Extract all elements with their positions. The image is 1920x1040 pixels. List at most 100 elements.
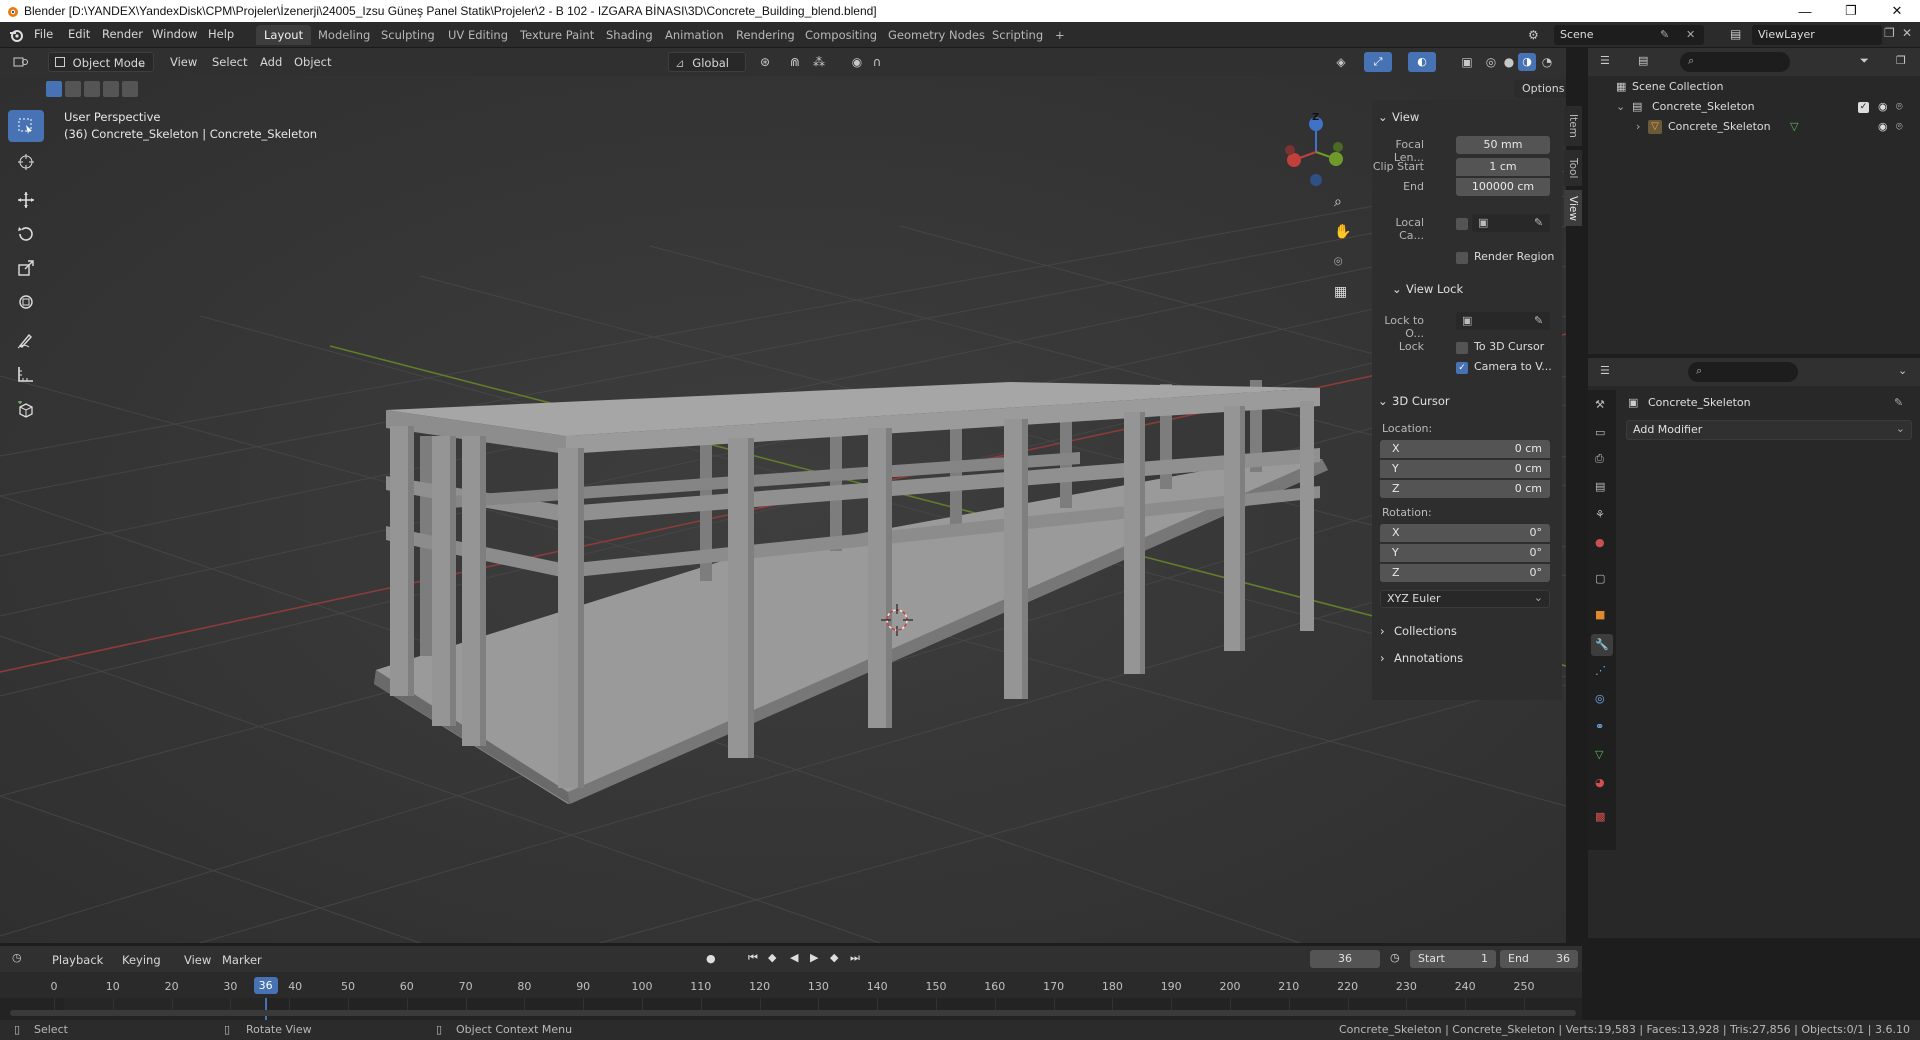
snap-icon[interactable]: ⋒ (786, 53, 804, 71)
add-cube-tool[interactable] (8, 394, 44, 426)
output-props-icon[interactable]: ⎙ (1595, 452, 1604, 466)
focal-length-field[interactable]: 50 mm (1456, 136, 1550, 154)
measure-tool[interactable] (8, 358, 44, 390)
next-keyframe-icon[interactable]: ◆ (830, 951, 838, 964)
tab-geometry-nodes[interactable]: Geometry Nodes (880, 25, 993, 45)
snap-target-icon[interactable]: ⁂ (810, 53, 828, 71)
rotation-x-field[interactable]: X 0° (1380, 524, 1550, 542)
view-layer-selector[interactable]: ViewLayer (1752, 25, 1882, 45)
rotation-z-field[interactable]: Z 0° (1380, 564, 1550, 582)
cursor-section-chevron-icon[interactable]: ⌄ (1378, 394, 1388, 408)
menu-keying[interactable]: Keying (116, 950, 167, 970)
scene-props-icon[interactable]: ⚘ (1595, 508, 1605, 521)
clip-start-field[interactable]: 1 cm (1456, 158, 1550, 176)
outliner-row-scene-collection[interactable]: ▦ Scene Collection (1588, 78, 1920, 96)
menu-playback[interactable]: Playback (46, 950, 109, 970)
collection-visibility-eye-icon[interactable]: ◉ (1878, 100, 1888, 113)
local-camera-checkbox[interactable] (1456, 218, 1468, 230)
end-frame-field[interactable]: End 36 (1500, 950, 1578, 968)
pin-properties-icon[interactable]: ✎ (1894, 396, 1903, 409)
select-new-icon[interactable] (46, 81, 62, 97)
tab-shading[interactable]: Shading (598, 25, 661, 45)
expand-chevron-icon[interactable]: › (1636, 120, 1640, 133)
camera-to-view-checkbox[interactable]: ✓ (1456, 362, 1468, 374)
scale-tool[interactable] (8, 252, 44, 284)
particles-props-icon[interactable]: ⋰ (1595, 664, 1606, 677)
object-props-icon[interactable]: ■ (1595, 608, 1605, 621)
lock-to-object-field[interactable]: ▣ ✎ (1456, 312, 1550, 330)
scene-selector[interactable]: Scene ✎ ✕ (1554, 25, 1704, 45)
ortho-grid-icon[interactable]: ▦ (1334, 284, 1347, 300)
3d-viewport[interactable]: Z User Perspective (36) Concrete_Skeleto… (0, 76, 1566, 943)
filter-icon[interactable]: ⏷ (1860, 54, 1869, 68)
select-intersect-icon[interactable] (122, 81, 138, 97)
menu-help[interactable]: Help (208, 27, 234, 41)
pivot-point-icon[interactable]: ⊛ (756, 53, 774, 71)
tab-modeling[interactable]: Modeling (310, 25, 378, 45)
tab-compositing[interactable]: Compositing (797, 25, 885, 45)
tab-view[interactable]: View (1564, 190, 1582, 226)
menu-render[interactable]: Render (102, 27, 143, 41)
outliner-row-collection[interactable]: ⌄ ▤ Concrete_Skeleton ✓ ◉ ⌾ (1588, 98, 1920, 116)
tab-scripting[interactable]: Scripting (984, 25, 1051, 45)
outliner-editor-icon[interactable]: ☰ (1600, 54, 1610, 67)
start-frame-field[interactable]: Start 1 (1410, 950, 1496, 968)
location-y-field[interactable]: Y 0 cm (1380, 460, 1550, 478)
mode-selector[interactable]: Object Mode ⌄ (48, 52, 154, 72)
constraints-props-icon[interactable]: ⚭ (1595, 720, 1604, 733)
jump-start-icon[interactable]: ⏮ (748, 951, 758, 965)
tab-layout[interactable]: Layout (256, 25, 312, 45)
timeline-scrollbar[interactable] (10, 1010, 1576, 1016)
camera-view-icon[interactable]: ⌾ (1334, 254, 1342, 270)
3d-cursor-header[interactable]: 3D Cursor (1392, 394, 1450, 408)
record-icon[interactable]: ● (706, 952, 716, 965)
close-button[interactable]: ✕ (1874, 0, 1920, 22)
select-box-tool[interactable] (8, 110, 44, 142)
menu-view[interactable]: View (164, 52, 203, 72)
rotate-tool[interactable] (8, 218, 44, 250)
location-x-field[interactable]: X 0 cm (1380, 440, 1550, 458)
restore-button[interactable]: ❐ (1828, 0, 1874, 22)
transform-orientation-selector[interactable]: ⊿ Global (668, 52, 746, 72)
tool-props-icon[interactable]: ⚒ (1595, 398, 1605, 411)
annotations-chevron-icon[interactable]: › (1380, 651, 1385, 665)
view-layer-props-icon[interactable]: ▤ (1595, 480, 1605, 493)
minimize-button[interactable]: — (1782, 0, 1828, 22)
play-reverse-icon[interactable]: ◀ (790, 951, 798, 964)
menu-window[interactable]: Window (152, 27, 197, 41)
new-collection-icon[interactable]: ❐ (1896, 54, 1906, 67)
eyedropper-icon[interactable]: ✎ (1534, 216, 1543, 229)
collection-include-checkbox[interactable]: ✓ (1858, 102, 1869, 113)
clip-end-field[interactable]: 100000 cm (1456, 178, 1550, 196)
current-frame-field[interactable]: 36 (1310, 950, 1380, 968)
prev-keyframe-icon[interactable]: ◆ (768, 951, 776, 964)
annotations-header[interactable]: Annotations (1394, 651, 1463, 665)
close-scene-icon[interactable]: ✕ (1686, 28, 1695, 41)
timeline[interactable]: 0 10 20 30 40 50 60 70 80 90 100 110 120 130 140 150 160… (0, 972, 1582, 1020)
collapse-chevron-icon[interactable]: ⌄ (1616, 100, 1625, 113)
properties-search-input[interactable]: ⌕ (1688, 362, 1798, 382)
display-mode-icon[interactable]: ▤ (1638, 54, 1648, 67)
new-view-layer-icon[interactable]: ❐ (1884, 26, 1895, 40)
add-workspace-button[interactable]: + (1047, 25, 1073, 45)
visibility-icon[interactable]: ◈ (1332, 53, 1350, 71)
transform-tool[interactable] (8, 286, 44, 318)
blender-menu-icon[interactable] (8, 27, 24, 43)
timeline-editor-icon[interactable]: ◷ (12, 951, 22, 964)
world-props-icon[interactable]: ● (1595, 536, 1605, 549)
xray-icon[interactable]: ▣ (1458, 53, 1476, 71)
tab-animation[interactable]: Animation (657, 25, 732, 45)
annotate-tool[interactable] (8, 324, 44, 356)
jump-end-icon[interactable]: ⏭ (850, 951, 860, 965)
view-section-header[interactable]: View (1392, 110, 1419, 124)
tab-tool[interactable]: Tool (1564, 150, 1582, 186)
playhead-frame-indicator[interactable]: 36 (253, 977, 278, 994)
collection-props-icon[interactable]: ▢ (1595, 572, 1605, 585)
menu-timeline-view[interactable]: View (178, 950, 217, 970)
local-camera-field[interactable]: ▣ ✎ (1472, 214, 1550, 232)
preview-range-clock-icon[interactable]: ◷ (1390, 951, 1400, 964)
tab-texture-paint[interactable]: Texture Paint (512, 25, 602, 45)
select-subtract-icon[interactable] (84, 81, 100, 97)
tab-item[interactable]: Item (1564, 106, 1582, 146)
menu-edit[interactable]: Edit (68, 27, 90, 41)
